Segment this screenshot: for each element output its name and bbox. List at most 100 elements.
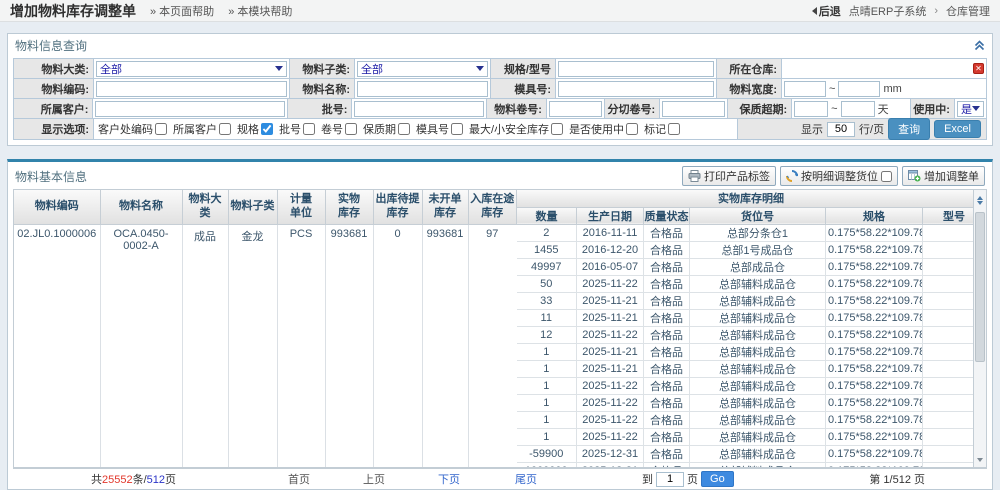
material-base-table: 物料编码物料名称物料大类物料子类计量 单位实物 库存出库待提 库存未开单 库存入…: [14, 190, 516, 467]
detail-column-header[interactable]: 质量状态: [644, 207, 690, 224]
back-button[interactable]: 后退: [812, 3, 841, 19]
material-code-input[interactable]: [96, 81, 287, 97]
search-button[interactable]: 查询: [888, 118, 930, 140]
detail-column-header[interactable]: 数量: [517, 207, 577, 224]
material-width-max-input[interactable]: [838, 81, 880, 97]
detail-row[interactable]: -599002025-12-31合格品总部辅料成品仓0.175*58.22*10…: [517, 445, 974, 462]
page-indicator: 第 1/512 页: [869, 471, 925, 487]
scroll-down-icon[interactable]: [974, 452, 986, 467]
query-form-row-3: 所属客户: 批号: 物料卷号: 分切卷号: 保质超期: ~ 天 使用中: 是: [14, 99, 986, 119]
detail-column-header[interactable]: 生产日期: [577, 207, 644, 224]
detail-row[interactable]: 14552016-12-20合格品总部1号成品仓0.175*58.22*109.…: [517, 241, 974, 258]
display-option-label: 所属客户: [173, 121, 217, 137]
detail-row[interactable]: 12025-11-22合格品总部辅料成品仓0.175*58.22*109.78: [517, 377, 974, 394]
display-option-checkbox[interactable]: [668, 123, 680, 135]
display-option-checkbox[interactable]: [303, 123, 315, 135]
detail-scrollbar[interactable]: [973, 190, 986, 467]
roll-no-input[interactable]: [549, 101, 602, 117]
detail-row[interactable]: 12025-11-22合格品总部辅料成品仓0.175*58.22*109.78: [517, 394, 974, 411]
detail-row[interactable]: 499972016-05-07合格品总部成品仓0.175*58.22*109.7…: [517, 258, 974, 275]
column-header[interactable]: 入库在途 库存: [468, 190, 516, 224]
detail-cell: 0.175*58.22*109.78: [826, 394, 923, 411]
detail-cell: [923, 292, 974, 309]
detail-cell: [923, 445, 974, 462]
detail-column-header[interactable]: 型号: [923, 207, 974, 224]
scrollbar-thumb[interactable]: [975, 212, 985, 362]
module-help-link[interactable]: » 本模块帮助: [228, 3, 292, 19]
display-option-checkbox[interactable]: [219, 123, 231, 135]
batch-no-input[interactable]: [354, 101, 484, 117]
column-header[interactable]: 计量 单位: [277, 190, 325, 224]
first-page-link[interactable]: 首页: [288, 471, 310, 487]
detail-row[interactable]: 12025-11-21合格品总部辅料成品仓0.175*58.22*109.78: [517, 360, 974, 377]
adjust-location-by-detail-button[interactable]: 按明细调整货位: [780, 166, 898, 186]
last-page-link[interactable]: 尾页: [515, 471, 537, 487]
display-option-checkbox[interactable]: [451, 123, 463, 135]
display-option-label: 模具号: [416, 121, 449, 137]
slit-roll-no-input[interactable]: [662, 101, 725, 117]
column-header[interactable]: 未开单 库存: [422, 190, 468, 224]
material-name-input[interactable]: [357, 81, 488, 97]
material-subcategory-value: 全部: [361, 61, 383, 77]
display-option-checkbox[interactable]: [261, 123, 273, 135]
detail-row[interactable]: 12025-11-21合格品总部辅料成品仓0.175*58.22*109.78: [517, 343, 974, 360]
go-button[interactable]: Go: [701, 471, 734, 487]
display-option-checkbox[interactable]: [626, 123, 638, 135]
detail-row[interactable]: 112025-11-21合格品总部辅料成品仓0.175*58.22*109.78: [517, 309, 974, 326]
mold-no-input[interactable]: [558, 81, 714, 97]
add-form-icon: [908, 170, 921, 182]
column-header[interactable]: 物料编码: [14, 190, 100, 224]
printer-icon: [688, 170, 701, 182]
spec-model-input[interactable]: [558, 61, 714, 77]
column-header[interactable]: 出库待提 库存: [373, 190, 422, 224]
goto-page-input[interactable]: [656, 472, 684, 487]
pagesize-input[interactable]: [827, 122, 855, 137]
display-option-label: 最大/小安全库存: [469, 121, 549, 137]
prev-page-link[interactable]: 上页: [363, 471, 385, 487]
page-help-link[interactable]: » 本页面帮助: [150, 3, 214, 19]
display-option-checkbox[interactable]: [155, 123, 167, 135]
breadcrumb-module[interactable]: 仓库管理: [946, 3, 990, 19]
total-mid: 条/: [133, 474, 147, 486]
pagesize-prefix: 显示: [801, 121, 823, 137]
column-header[interactable]: 物料子类: [228, 190, 277, 224]
collapse-panel-icon[interactable]: [974, 40, 985, 51]
in-use-select[interactable]: 是: [957, 101, 984, 117]
display-option-checkbox[interactable]: [345, 123, 357, 135]
detail-cell: [923, 241, 974, 258]
customer-input[interactable]: [95, 101, 285, 117]
warehouse-input[interactable]: [784, 61, 973, 77]
scroll-up-icon[interactable]: [974, 190, 986, 210]
detail-row[interactable]: 12025-11-22合格品总部辅料成品仓0.175*58.22*109.78: [517, 428, 974, 445]
display-option-checkbox[interactable]: [398, 123, 410, 135]
material-code-cell: [94, 79, 290, 98]
detail-column-header[interactable]: 货位号: [690, 207, 826, 224]
add-adjustment-button[interactable]: 增加调整单: [902, 166, 985, 186]
excel-button[interactable]: Excel: [934, 120, 981, 138]
material-base-data-row[interactable]: 02.JL0.1000006OCA.0450-0002-A成品金龙PCS9936…: [14, 224, 516, 467]
shelf-overdue-max-input[interactable]: [841, 101, 875, 117]
shelf-overdue-min-input[interactable]: [794, 101, 828, 117]
print-product-label-button[interactable]: 打印产品标签: [682, 166, 776, 186]
material-cell: 成品: [182, 224, 228, 467]
detail-row[interactable]: 122025-11-22合格品总部辅料成品仓0.175*58.22*109.78: [517, 326, 974, 343]
adjust-location-by-detail-checkbox[interactable]: [881, 171, 892, 182]
material-width-min-input[interactable]: [784, 81, 826, 97]
detail-row[interactable]: 12025-11-22合格品总部辅料成品仓0.175*58.22*109.78: [517, 411, 974, 428]
warehouse-clear-icon[interactable]: ✕: [973, 63, 984, 74]
display-option-label: 卷号: [321, 121, 343, 137]
detail-column-header[interactable]: 规格: [826, 207, 923, 224]
detail-row[interactable]: 332025-11-21合格品总部辅料成品仓0.175*58.22*109.78: [517, 292, 974, 309]
detail-cell: 2025-12-31: [577, 462, 644, 467]
column-header[interactable]: 物料名称: [100, 190, 182, 224]
display-option-checkbox[interactable]: [551, 123, 563, 135]
column-header[interactable]: 物料大类: [182, 190, 228, 224]
detail-row[interactable]: 502025-11-22合格品总部辅料成品仓0.175*58.22*109.78: [517, 275, 974, 292]
detail-row[interactable]: 10000002025-12-31合格品总部辅料成品仓0.175*58.22*1…: [517, 462, 974, 467]
material-subcategory-select[interactable]: 全部: [357, 61, 488, 77]
column-header[interactable]: 实物 库存: [325, 190, 373, 224]
next-page-link[interactable]: 下页: [438, 471, 460, 487]
breadcrumb-system[interactable]: 点晴ERP子系统: [849, 3, 927, 19]
material-category-select[interactable]: 全部: [96, 61, 287, 77]
detail-row[interactable]: 22016-11-11合格品总部分条仓10.175*58.22*109.78: [517, 224, 974, 241]
